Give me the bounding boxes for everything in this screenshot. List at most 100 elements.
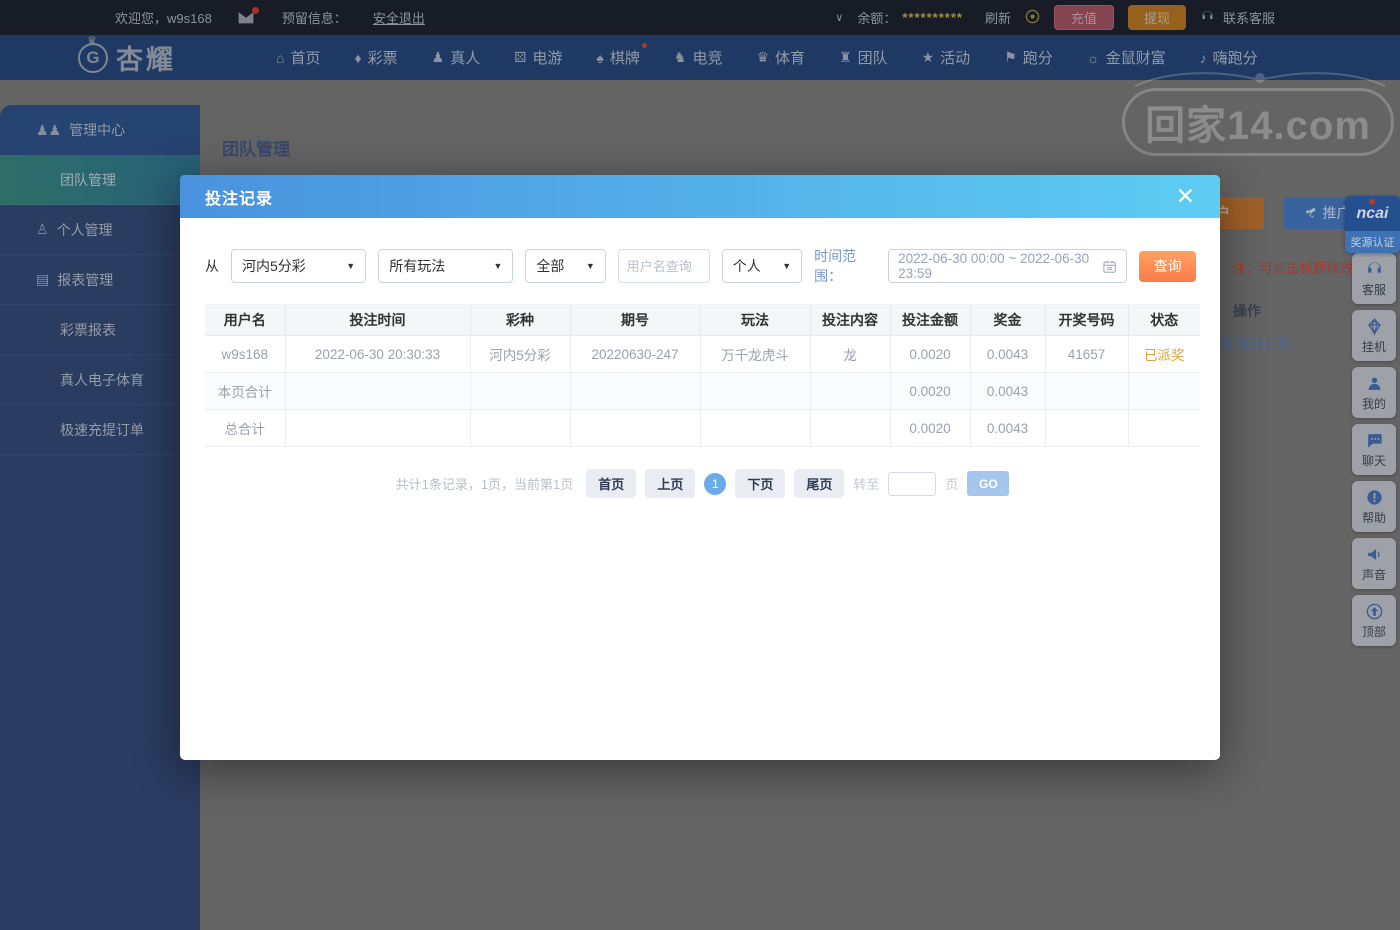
users-icon: ♟♟ (36, 121, 62, 138)
page-title: 团队管理 (222, 140, 290, 159)
float-button-帮助[interactable]: 帮助 (1352, 481, 1396, 532)
top-account-bar: 欢迎您，w9s168 预留信息： 安全退出 ∨ 余额： ********** 刷… (0, 0, 1400, 35)
sound-icon (1367, 548, 1380, 560)
nav-item-棋牌[interactable]: ♠ 棋牌 (596, 43, 647, 68)
sidebar-item-彩票报表[interactable]: 彩票报表 (0, 305, 200, 355)
team-icon: ♜ (839, 49, 852, 65)
last-page-button[interactable]: 尾页 (794, 469, 845, 498)
diamond-icon (1367, 317, 1381, 336)
bet-records-modal: 投注记录 ✕ 从 河内5分彩▼ 所有玩法▼ 全部▼ 个人▼ 时间范围： 2022… (180, 175, 1220, 760)
user-icon: ♙ (36, 221, 49, 237)
contact-service-link[interactable]: 联系客服 (1223, 8, 1275, 27)
search-button[interactable]: 查询 (1139, 250, 1196, 282)
nav-item-首页[interactable]: ⌂ 首页 (276, 47, 320, 68)
scope-select[interactable]: 个人 ▼ (721, 249, 803, 283)
playtype-select[interactable]: 所有玩法 ▼ (378, 249, 514, 283)
close-icon[interactable]: ✕ (1176, 185, 1195, 208)
logo-text: 杏耀 (116, 45, 176, 75)
status-badge: 已派奖 (1128, 335, 1200, 373)
headset-icon (1200, 9, 1215, 27)
pagination-summary: 共计1条记录，1页，当前第1页 (395, 477, 574, 492)
run-icon: ⚑ (1004, 49, 1017, 65)
nav-item-真人[interactable]: ♟ 真人 (432, 47, 481, 68)
withdraw-button[interactable]: 提现 (1127, 5, 1186, 30)
nav-item-电竞[interactable]: ♞ 电竞 (674, 47, 723, 68)
date-range-input[interactable]: 2022-06-30 00:00 ~ 2022-06-30 23:59 (888, 249, 1128, 283)
help-icon (1366, 489, 1382, 505)
float-button-声音[interactable]: 声音 (1352, 538, 1396, 589)
float-button-挂机[interactable]: 挂机 (1352, 310, 1396, 361)
cards-icon: ♠ (596, 49, 604, 66)
top-icon (1366, 603, 1382, 619)
col-header-期号: 期号 (570, 304, 701, 336)
share-icon (1305, 207, 1315, 217)
cert-badge[interactable]: ncai 奖源认证 (1345, 196, 1400, 253)
col-header-投注金额: 投注金额 (890, 304, 971, 336)
wealth-icon: ☼ (1086, 49, 1100, 66)
next-page-button[interactable]: 下页 (735, 469, 786, 498)
nav-item-嗨跑分[interactable]: ♪ 嗨跑分 (1200, 47, 1258, 68)
sidebar-item-个人管理[interactable]: ♙ 个人管理 (0, 205, 200, 255)
col-header-投注内容: 投注内容 (810, 304, 891, 336)
cert-label: 奖源认证 (1345, 231, 1400, 253)
bet-records-table: 用户名 投注时间 彩种 期号 玩法 投注内容 投注金额 奖金 开奖号码 状态 w9s168 2022… (205, 304, 1200, 447)
goto-label: 转至 (853, 477, 880, 492)
prev-page-button[interactable]: 上页 (645, 469, 696, 498)
nav-item-金鼠财富[interactable]: ☼ 金鼠财富 (1087, 47, 1166, 68)
nav-item-活动[interactable]: ★ 活动 (922, 47, 971, 68)
nav-item-跑分[interactable]: ⚑ 跑分 (1004, 47, 1053, 68)
modal-header: 投注记录 ✕ (180, 175, 1220, 218)
float-button-我的[interactable]: 我的 (1352, 367, 1396, 418)
recharge-button[interactable]: 充值 (1053, 5, 1114, 30)
headset-icon (1367, 261, 1381, 273)
float-button-顶部[interactable]: 顶部 (1352, 595, 1396, 646)
status-select[interactable]: 全部 ▼ (525, 249, 606, 283)
username-search-input[interactable] (617, 249, 710, 283)
col-header-奖金: 奖金 (970, 304, 1046, 336)
lottery-icon: ♦ (354, 49, 362, 66)
nav-item-彩票[interactable]: ♦ 彩票 (354, 47, 397, 68)
site-logo[interactable]: ♛ G 杏耀 (78, 35, 176, 77)
slots-icon: ⚄ (514, 49, 527, 65)
message-badge-dot (251, 6, 259, 14)
first-page-button[interactable]: 首页 (586, 469, 637, 498)
float-button-聊天[interactable]: 聊天 (1352, 424, 1396, 475)
lottery-select[interactable]: 河内5分彩 ▼ (231, 249, 367, 283)
from-label: 从 (205, 258, 219, 274)
eye-icon[interactable] (1025, 9, 1040, 27)
pagination: 共计1条记录，1页，当前第1页 首页 上页 1 下页 尾页 转至 页 GO (205, 469, 1200, 498)
sidebar-item-真人电子体育[interactable]: 真人电子体育 (0, 355, 200, 405)
nav-item-团队[interactable]: ♜ 团队 (839, 47, 888, 68)
nav-item-体育[interactable]: ♛ 体育 (756, 47, 805, 68)
goto-page-input[interactable] (888, 471, 937, 496)
col-header-状态: 状态 (1128, 304, 1200, 336)
watermark: 回家14.com (1122, 88, 1394, 156)
message-icon[interactable] (237, 6, 259, 25)
col-header-玩法: 玩法 (700, 304, 811, 336)
sidebar-item-团队管理[interactable]: 团队管理 (0, 155, 200, 205)
refresh-link[interactable]: 刷新 (985, 8, 1011, 27)
user-icon (1368, 377, 1380, 390)
logout-link[interactable]: 安全退出 (373, 8, 425, 27)
current-page-badge[interactable]: 1 (704, 472, 727, 495)
page-unit-label: 页 (945, 477, 959, 492)
ops-column-header: 操作 (1233, 303, 1261, 319)
balance-chevron-icon[interactable]: ∨ (835, 11, 843, 24)
modal-title: 投注记录 (205, 190, 274, 208)
live-icon: ♟ (431, 49, 445, 65)
sidebar-header-admin-center[interactable]: ♟♟ 管理中心 (0, 105, 200, 155)
col-header-投注时间: 投注时间 (285, 304, 471, 336)
sidebar-item-报表管理[interactable]: ▤ 报表管理 (0, 255, 200, 305)
calendar-icon (1103, 260, 1116, 273)
chevron-down-icon: ▼ (782, 261, 792, 271)
float-button-客服[interactable]: 客服 (1352, 253, 1396, 304)
go-button[interactable]: GO (967, 471, 1010, 496)
sidebar: ♟♟ 管理中心 团队管理 ♙ 个人管理 ▤ 报表管理 彩票报表 真人电子体育 极速充提订单 (0, 105, 200, 930)
summary-row: 总合计 0.0020 0.0043 (205, 409, 1200, 447)
nav-item-电游[interactable]: ⚄ 电游 (514, 47, 562, 68)
reserved-info-label: 预留信息： (281, 11, 347, 26)
cert-logo: ncai (1345, 196, 1400, 231)
balance-masked-value: ********** (902, 10, 963, 25)
sidebar-item-极速充提订单[interactable]: 极速充提订单 (0, 405, 200, 455)
hot-dot-icon (641, 43, 647, 48)
